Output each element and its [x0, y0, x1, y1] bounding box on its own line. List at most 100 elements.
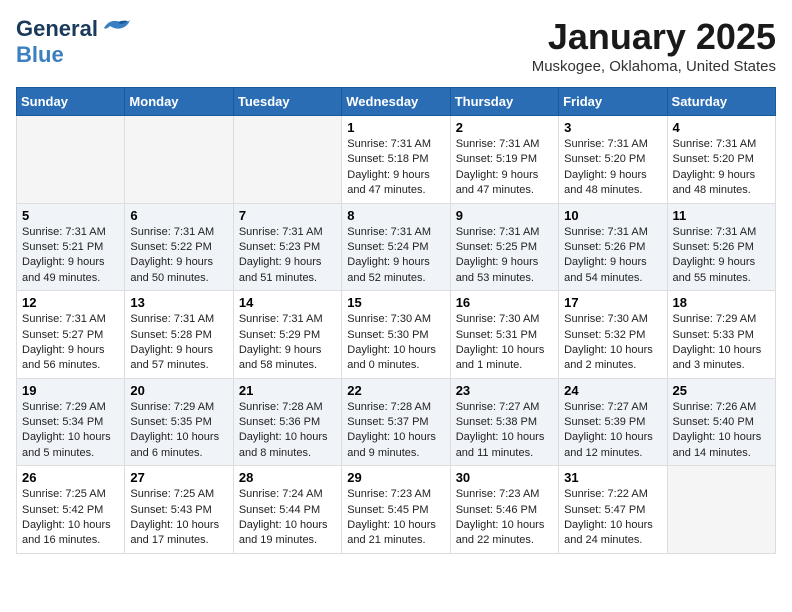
- calendar-day-cell: 11 Sunrise: 7:31 AM Sunset: 5:26 PM Dayli…: [667, 203, 775, 291]
- day-number: 1: [347, 120, 444, 135]
- day-number: 18: [673, 295, 770, 310]
- day-number: 19: [22, 383, 119, 398]
- logo: General Blue: [16, 16, 132, 68]
- day-info: Sunrise: 7:30 AM Sunset: 5:30 PM Dayligh…: [347, 312, 444, 374]
- calendar-day-cell: 10 Sunrise: 7:31 AM Sunset: 5:26 PM Dayli…: [559, 203, 667, 291]
- day-info: Sunrise: 7:31 AM Sunset: 5:26 PM Dayligh…: [564, 225, 661, 287]
- calendar-day-cell: [667, 466, 775, 554]
- calendar-day-cell: 30 Sunrise: 7:23 AM Sunset: 5:46 PM Dayli…: [450, 466, 558, 554]
- calendar-week-row: 12Sunrise: 7:31 AM Sunset: 5:27 PM Dayli…: [17, 291, 776, 379]
- calendar-day-cell: 22 Sunrise: 7:28 AM Sunset: 5:37 PM Dayli…: [342, 378, 450, 466]
- calendar-day-cell: 13 Sunrise: 7:31 AM Sunset: 5:28 PM Dayli…: [125, 291, 233, 379]
- calendar-day-cell: 4Sunrise: 7:31 AM Sunset: 5:20 PM Daylig…: [667, 116, 775, 204]
- logo-bird-icon: [100, 16, 132, 38]
- day-info: Sunrise: 7:23 AM Sunset: 5:46 PM Dayligh…: [456, 487, 553, 549]
- day-number: 7: [239, 208, 336, 223]
- weekday-header-tuesday: Tuesday: [233, 88, 341, 116]
- day-number: 25: [673, 383, 770, 398]
- page-header: General Blue January 2025 Muskogee, Okla…: [16, 16, 776, 75]
- calendar-day-cell: 19Sunrise: 7:29 AM Sunset: 5:34 PM Dayli…: [17, 378, 125, 466]
- day-number: 6: [130, 208, 227, 223]
- day-number: 15: [347, 295, 444, 310]
- calendar-day-cell: 21Sunrise: 7:28 AM Sunset: 5:36 PM Dayli…: [233, 378, 341, 466]
- day-info: Sunrise: 7:31 AM Sunset: 5:28 PM Dayligh…: [130, 312, 227, 374]
- calendar-day-cell: 16Sunrise: 7:30 AM Sunset: 5:31 PM Dayli…: [450, 291, 558, 379]
- calendar-day-cell: 31 Sunrise: 7:22 AM Sunset: 5:47 PM Dayli…: [559, 466, 667, 554]
- calendar-day-cell: 18 Sunrise: 7:29 AM Sunset: 5:33 PM Dayli…: [667, 291, 775, 379]
- calendar-day-cell: 15 Sunrise: 7:30 AM Sunset: 5:30 PM Dayli…: [342, 291, 450, 379]
- day-number: 9: [456, 208, 553, 223]
- day-number: 31: [564, 470, 661, 485]
- day-info: Sunrise: 7:25 AM Sunset: 5:43 PM Dayligh…: [130, 487, 227, 549]
- day-info: Sunrise: 7:31 AM Sunset: 5:24 PM Dayligh…: [347, 225, 444, 287]
- day-info: Sunrise: 7:30 AM Sunset: 5:31 PM Dayligh…: [456, 312, 553, 374]
- day-info: Sunrise: 7:23 AM Sunset: 5:45 PM Dayligh…: [347, 487, 444, 549]
- weekday-header-wednesday: Wednesday: [342, 88, 450, 116]
- day-info: Sunrise: 7:22 AM Sunset: 5:47 PM Dayligh…: [564, 487, 661, 549]
- calendar-day-cell: 27 Sunrise: 7:25 AM Sunset: 5:43 PM Dayli…: [125, 466, 233, 554]
- weekday-header-monday: Monday: [125, 88, 233, 116]
- calendar-day-cell: [233, 116, 341, 204]
- calendar-week-row: 5 Sunrise: 7:31 AM Sunset: 5:21 PM Daylig…: [17, 203, 776, 291]
- calendar-day-cell: 6 Sunrise: 7:31 AM Sunset: 5:22 PM Daylig…: [125, 203, 233, 291]
- weekday-header-sunday: Sunday: [17, 88, 125, 116]
- day-number: 29: [347, 470, 444, 485]
- calendar-day-cell: 23Sunrise: 7:27 AM Sunset: 5:38 PM Dayli…: [450, 378, 558, 466]
- day-info: Sunrise: 7:31 AM Sunset: 5:23 PM Dayligh…: [239, 225, 336, 287]
- day-number: 17: [564, 295, 661, 310]
- calendar-day-cell: 24Sunrise: 7:27 AM Sunset: 5:39 PM Dayli…: [559, 378, 667, 466]
- day-number: 13: [130, 295, 227, 310]
- weekday-header-thursday: Thursday: [450, 88, 558, 116]
- day-number: 2: [456, 120, 553, 135]
- calendar-day-cell: 29 Sunrise: 7:23 AM Sunset: 5:45 PM Dayli…: [342, 466, 450, 554]
- calendar-day-cell: 17Sunrise: 7:30 AM Sunset: 5:32 PM Dayli…: [559, 291, 667, 379]
- day-info: Sunrise: 7:29 AM Sunset: 5:35 PM Dayligh…: [130, 400, 227, 462]
- location: Muskogee, Oklahoma, United States: [532, 58, 776, 75]
- day-number: 27: [130, 470, 227, 485]
- calendar-day-cell: [125, 116, 233, 204]
- calendar-day-cell: 25 Sunrise: 7:26 AM Sunset: 5:40 PM Dayli…: [667, 378, 775, 466]
- calendar-week-row: 19Sunrise: 7:29 AM Sunset: 5:34 PM Dayli…: [17, 378, 776, 466]
- day-info: Sunrise: 7:25 AM Sunset: 5:42 PM Dayligh…: [22, 487, 119, 549]
- calendar-week-row: 1 Sunrise: 7:31 AM Sunset: 5:18 PM Daylig…: [17, 116, 776, 204]
- calendar-day-cell: 5 Sunrise: 7:31 AM Sunset: 5:21 PM Daylig…: [17, 203, 125, 291]
- calendar-day-cell: 3 Sunrise: 7:31 AM Sunset: 5:20 PM Daylig…: [559, 116, 667, 204]
- logo-blue: Blue: [16, 42, 64, 67]
- day-info: Sunrise: 7:31 AM Sunset: 5:19 PM Dayligh…: [456, 137, 553, 199]
- calendar-table: SundayMondayTuesdayWednesdayThursdayFrid…: [16, 87, 776, 554]
- day-info: Sunrise: 7:31 AM Sunset: 5:29 PM Dayligh…: [239, 312, 336, 374]
- day-number: 3: [564, 120, 661, 135]
- calendar-day-cell: 1 Sunrise: 7:31 AM Sunset: 5:18 PM Daylig…: [342, 116, 450, 204]
- day-info: Sunrise: 7:28 AM Sunset: 5:37 PM Dayligh…: [347, 400, 444, 462]
- calendar-day-cell: 2 Sunrise: 7:31 AM Sunset: 5:19 PM Daylig…: [450, 116, 558, 204]
- day-info: Sunrise: 7:27 AM Sunset: 5:38 PM Dayligh…: [456, 400, 553, 462]
- day-number: 30: [456, 470, 553, 485]
- calendar-day-cell: 28 Sunrise: 7:24 AM Sunset: 5:44 PM Dayli…: [233, 466, 341, 554]
- day-info: Sunrise: 7:28 AM Sunset: 5:36 PM Dayligh…: [239, 400, 336, 462]
- day-info: Sunrise: 7:31 AM Sunset: 5:22 PM Dayligh…: [130, 225, 227, 287]
- day-info: Sunrise: 7:31 AM Sunset: 5:20 PM Dayligh…: [564, 137, 661, 199]
- calendar-day-cell: 7 Sunrise: 7:31 AM Sunset: 5:23 PM Daylig…: [233, 203, 341, 291]
- day-info: Sunrise: 7:31 AM Sunset: 5:26 PM Dayligh…: [673, 225, 770, 287]
- day-number: 24: [564, 383, 661, 398]
- day-number: 5: [22, 208, 119, 223]
- day-number: 22: [347, 383, 444, 398]
- day-info: Sunrise: 7:24 AM Sunset: 5:44 PM Dayligh…: [239, 487, 336, 549]
- day-number: 8: [347, 208, 444, 223]
- calendar-day-cell: 14Sunrise: 7:31 AM Sunset: 5:29 PM Dayli…: [233, 291, 341, 379]
- weekday-header-friday: Friday: [559, 88, 667, 116]
- day-info: Sunrise: 7:29 AM Sunset: 5:33 PM Dayligh…: [673, 312, 770, 374]
- day-number: 20: [130, 383, 227, 398]
- day-info: Sunrise: 7:31 AM Sunset: 5:21 PM Dayligh…: [22, 225, 119, 287]
- day-number: 11: [673, 208, 770, 223]
- weekday-header-saturday: Saturday: [667, 88, 775, 116]
- logo-general: General: [16, 16, 98, 42]
- day-number: 10: [564, 208, 661, 223]
- day-number: 12: [22, 295, 119, 310]
- day-info: Sunrise: 7:31 AM Sunset: 5:18 PM Dayligh…: [347, 137, 444, 199]
- title-block: January 2025 Muskogee, Oklahoma, United …: [532, 16, 776, 75]
- day-number: 4: [673, 120, 770, 135]
- day-info: Sunrise: 7:26 AM Sunset: 5:40 PM Dayligh…: [673, 400, 770, 462]
- day-number: 28: [239, 470, 336, 485]
- calendar-week-row: 26Sunrise: 7:25 AM Sunset: 5:42 PM Dayli…: [17, 466, 776, 554]
